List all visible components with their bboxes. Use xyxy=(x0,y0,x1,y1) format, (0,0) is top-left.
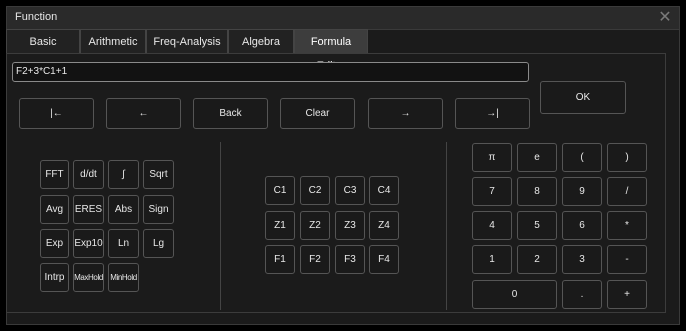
cursor-home-button[interactable]: |← xyxy=(19,98,94,129)
close-icon[interactable]: ✕ xyxy=(655,9,675,27)
key-0-button[interactable]: 0 xyxy=(472,280,557,309)
func-avg-button[interactable]: Avg xyxy=(40,195,69,224)
tab-freq-analysis[interactable]: Freq-Analysis xyxy=(146,29,228,53)
clear-button[interactable]: Clear xyxy=(280,98,355,129)
cursor-left-button[interactable]: ← xyxy=(106,98,181,129)
source-c2-button[interactable]: C2 xyxy=(300,176,330,205)
key-2-button[interactable]: 2 xyxy=(517,245,557,274)
source-z2-button[interactable]: Z2 xyxy=(300,211,330,240)
key-decimal-button[interactable]: . xyxy=(562,280,602,309)
key-minus-button[interactable]: - xyxy=(607,245,647,274)
func-abs-button[interactable]: Abs xyxy=(108,195,139,224)
expression-input[interactable]: F2+3*C1+1 xyxy=(12,62,529,82)
key-7-button[interactable]: 7 xyxy=(472,177,512,206)
func-lg-button[interactable]: Lg xyxy=(143,229,174,258)
key-close-paren-button[interactable]: ) xyxy=(607,143,647,172)
key-5-button[interactable]: 5 xyxy=(517,211,557,240)
func-intrp-button[interactable]: Intrp xyxy=(40,263,69,292)
func-eres-button[interactable]: ERES xyxy=(73,195,104,224)
key-8-button[interactable]: 8 xyxy=(517,177,557,206)
key-open-paren-button[interactable]: ( xyxy=(562,143,602,172)
key-pi-button[interactable]: π xyxy=(472,143,512,172)
back-button[interactable]: Back xyxy=(193,98,268,129)
column-divider xyxy=(446,142,447,310)
func-sqrt-button[interactable]: Sqrt xyxy=(143,160,174,189)
source-f2-button[interactable]: F2 xyxy=(300,245,330,274)
source-z4-button[interactable]: Z4 xyxy=(369,211,399,240)
tab-basic[interactable]: Basic xyxy=(6,29,80,53)
source-z3-button[interactable]: Z3 xyxy=(335,211,365,240)
key-6-button[interactable]: 6 xyxy=(562,211,602,240)
func-integral-button[interactable]: ∫ xyxy=(108,160,139,189)
source-c1-button[interactable]: C1 xyxy=(265,176,295,205)
func-exp-button[interactable]: Exp xyxy=(40,229,69,258)
key-e-button[interactable]: e xyxy=(517,143,557,172)
func-ln-button[interactable]: Ln xyxy=(108,229,139,258)
column-divider xyxy=(220,142,221,310)
func-sign-button[interactable]: Sign xyxy=(143,195,174,224)
key-1-button[interactable]: 1 xyxy=(472,245,512,274)
tab-algebra[interactable]: Algebra xyxy=(228,29,294,53)
key-4-button[interactable]: 4 xyxy=(472,211,512,240)
key-divide-button[interactable]: / xyxy=(607,177,647,206)
tab-arithmetic[interactable]: Arithmetic xyxy=(80,29,146,53)
key-9-button[interactable]: 9 xyxy=(562,177,602,206)
key-plus-button[interactable]: + xyxy=(607,280,647,309)
title-bar: Function ✕ xyxy=(7,7,679,30)
func-ddt-button[interactable]: d/dt xyxy=(73,160,104,189)
func-minhold-button[interactable]: MinHold xyxy=(108,263,139,292)
ok-button[interactable]: OK xyxy=(540,81,626,114)
func-exp10-button[interactable]: Exp10 xyxy=(73,229,104,258)
source-c3-button[interactable]: C3 xyxy=(335,176,365,205)
func-maxhold-button[interactable]: MaxHold xyxy=(73,263,104,292)
cursor-right-button[interactable]: → xyxy=(368,98,443,129)
tab-formula-editor[interactable]: Formula Editor xyxy=(294,29,368,72)
source-f3-button[interactable]: F3 xyxy=(335,245,365,274)
source-z1-button[interactable]: Z1 xyxy=(265,211,295,240)
dialog-title: Function xyxy=(15,11,58,23)
source-f1-button[interactable]: F1 xyxy=(265,245,295,274)
key-3-button[interactable]: 3 xyxy=(562,245,602,274)
source-f4-button[interactable]: F4 xyxy=(369,245,399,274)
cursor-end-button[interactable]: →| xyxy=(455,98,530,129)
source-c4-button[interactable]: C4 xyxy=(369,176,399,205)
key-multiply-button[interactable]: * xyxy=(607,211,647,240)
func-fft-button[interactable]: FFT xyxy=(40,160,69,189)
